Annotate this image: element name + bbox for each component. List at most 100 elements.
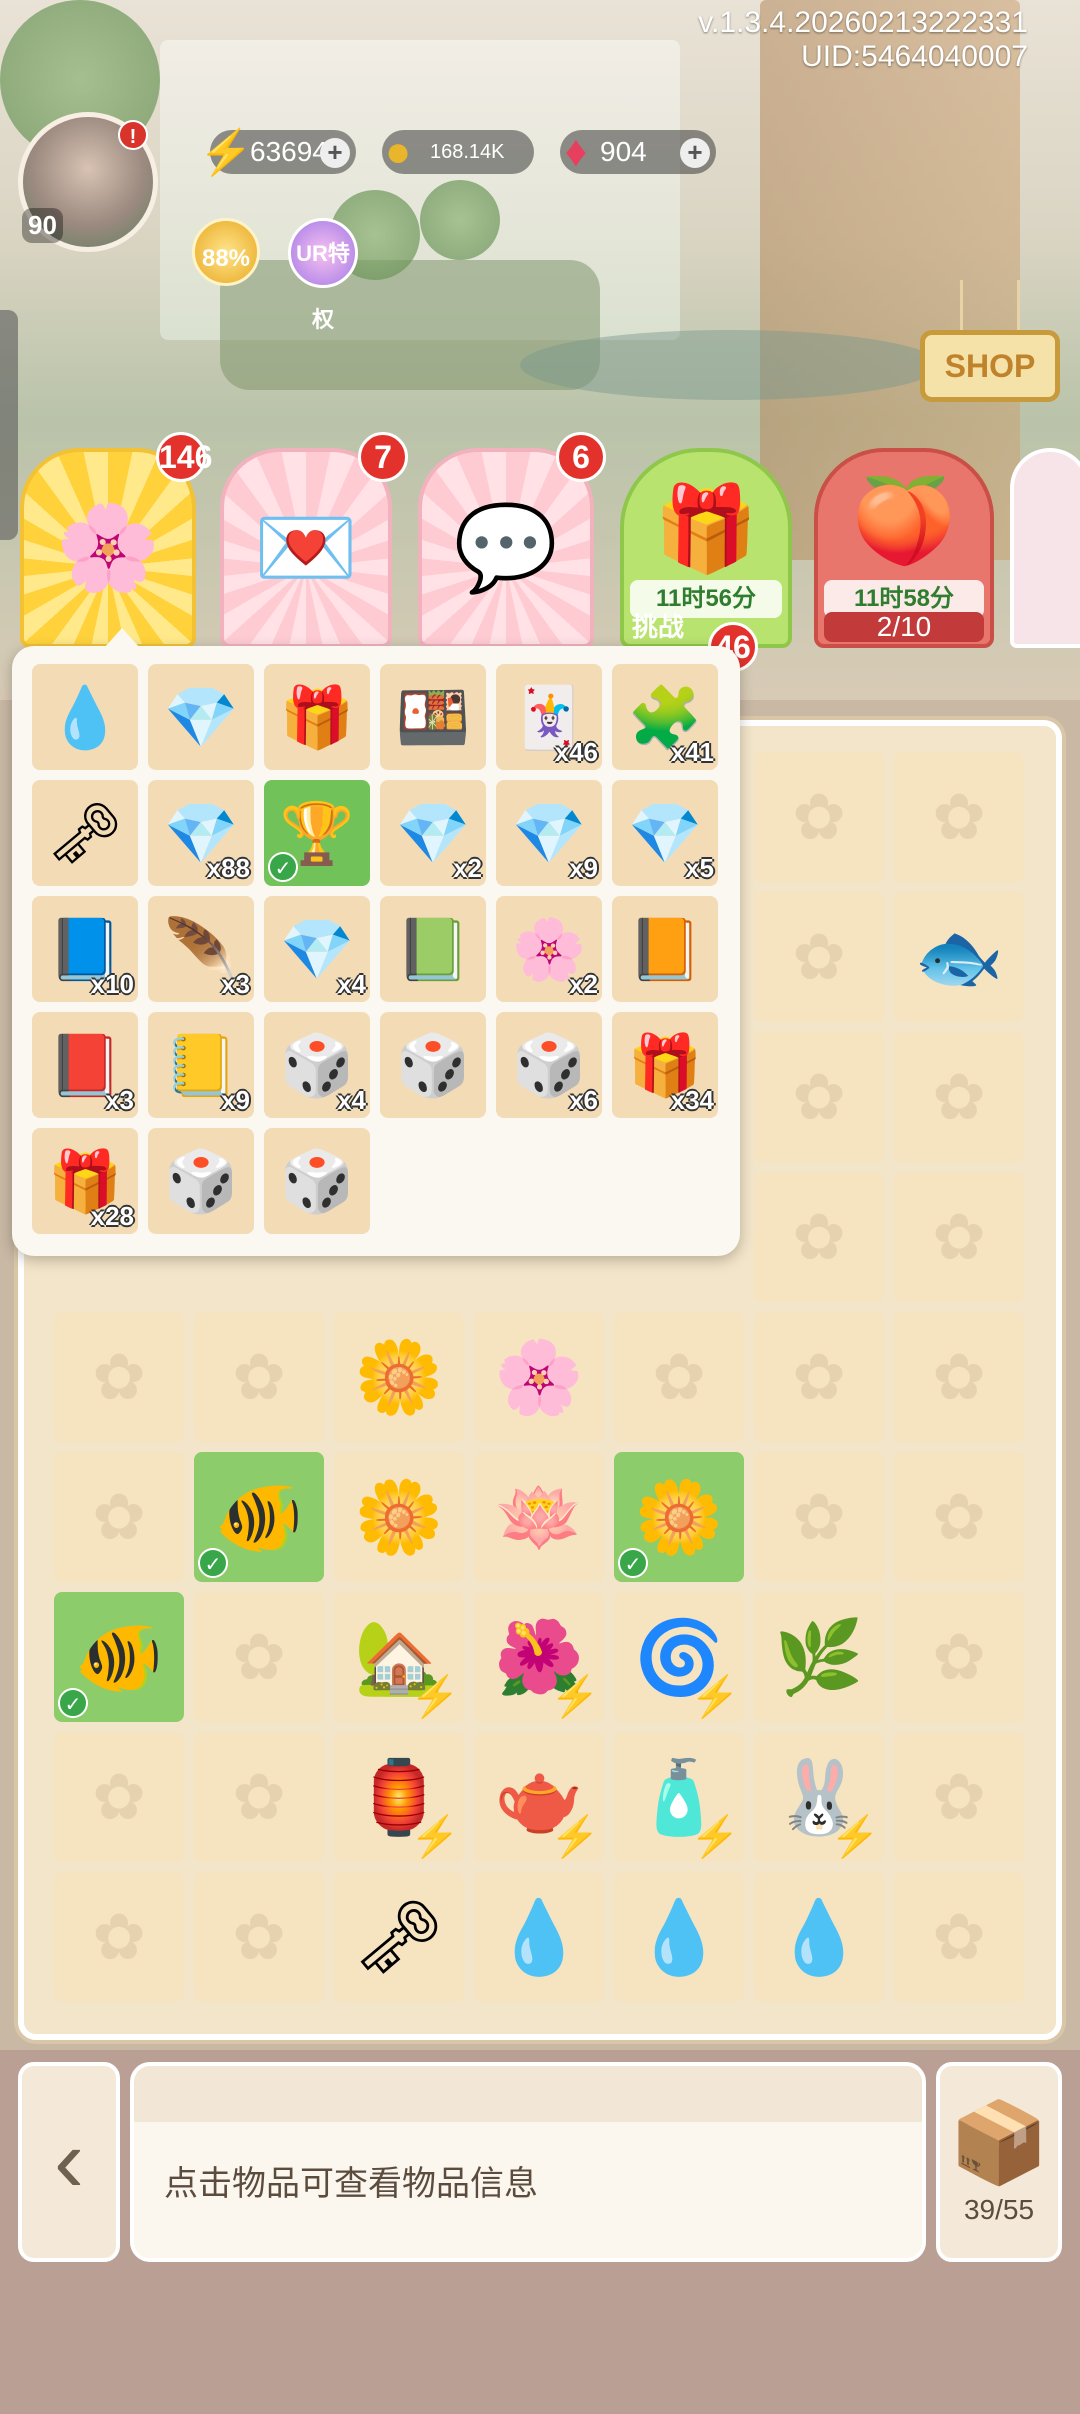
board-item[interactable]: 🗝 [334,1872,464,2002]
event-card-mail[interactable]: 💌 [220,448,392,648]
empty-board-cell[interactable]: ✿ [894,752,1024,882]
popup-item[interactable]: 🌸 x2 [496,896,602,1002]
side-drawer-tab[interactable] [0,310,18,540]
popup-item[interactable]: 🎁 [264,664,370,770]
popup-item[interactable]: 🧩 x41 [612,664,718,770]
event-card-partial[interactable] [1010,448,1080,648]
popup-item[interactable]: 🪶 x3 [148,896,254,1002]
board-item[interactable]: 🐟 [894,892,1024,1022]
check-icon: ✓ [618,1548,648,1578]
board-item[interactable]: 🌼 ✓ [614,1452,744,1582]
board-item[interactable]: 💧 [754,1872,884,2002]
popup-item[interactable]: 🏆 ✓ [264,780,370,886]
board-item[interactable]: 🪷 [474,1452,604,1582]
popup-item[interactable]: 🍱 [380,664,486,770]
popup-item[interactable]: 🎲 [264,1128,370,1234]
empty-board-cell[interactable]: ✿ [754,892,884,1022]
gift-challenge-label: 挑战 [632,612,685,642]
generator-bolt-icon: ⚡ [550,1815,600,1859]
add-energy-button[interactable]: + [320,138,350,168]
board-item[interactable]: 🐠 ✓ [54,1592,184,1722]
empty-board-cell[interactable]: ✿ [894,1872,1024,2002]
item-quantity: x9 [569,853,598,883]
empty-board-cell[interactable]: ✿ [754,752,884,882]
popup-item[interactable]: 💎 x88 [148,780,254,886]
board-item[interactable]: 🌼 [334,1452,464,1582]
board-item[interactable]: 🌸 [474,1312,604,1442]
coin-resource[interactable]: ● 168.14K [382,127,534,176]
board-item[interactable]: 🫖 ⚡ [474,1732,604,1862]
empty-board-cell[interactable]: ✿ [54,1872,184,2002]
popup-item[interactable]: 💎 [148,664,254,770]
add-gem-button[interactable]: + [680,138,710,168]
empty-board-cell[interactable]: ✿ [54,1452,184,1582]
board-item[interactable]: 🌼 [334,1312,464,1442]
empty-board-cell[interactable]: ✿ [894,1732,1024,1862]
popup-item[interactable]: 📘 x10 [32,896,138,1002]
back-button[interactable]: ‹ [18,2062,120,2262]
empty-board-cell[interactable]: ✿ [894,1592,1024,1722]
popup-item[interactable]: 🎲 x6 [496,1012,602,1118]
shop-sign-rope [960,280,1020,332]
event-card-gift[interactable]: 🎁 11时56分 挑战 [620,448,792,648]
empty-board-cell[interactable]: ✿ [194,1872,324,2002]
empty-board-cell[interactable]: ✿ [614,1312,744,1442]
popup-item[interactable]: 🗝 [32,780,138,886]
popup-item[interactable]: 🎁 x28 [32,1128,138,1234]
popup-item[interactable]: 📗 [380,896,486,1002]
generator-bolt-icon: ⚡ [690,1675,740,1719]
event-card-peach[interactable]: 🍑 11时58分 2/10 [814,448,994,648]
board-item[interactable]: 🧴 ⚡ [614,1732,744,1862]
event-badge-2: 7 [358,432,408,482]
popup-item[interactable]: 🎲 [148,1128,254,1234]
board-item[interactable]: 💧 [614,1872,744,2002]
up-rate-badge[interactable]: 88% [192,218,260,286]
empty-board-cell[interactable]: ✿ [54,1312,184,1442]
empty-board-cell[interactable]: ✿ [754,1032,884,1162]
energy-resource[interactable]: ⚡ 63694 + [199,128,356,177]
empty-board-cell[interactable]: ✿ [894,1312,1024,1442]
version-info: v.1.3.4.20260213222331 UID:5464040007 [698,6,1028,74]
popup-item[interactable]: 🎁 x34 [612,1012,718,1118]
popup-item[interactable]: 🎲 x4 [264,1012,370,1118]
popup-item[interactable]: 💎 x4 [264,896,370,1002]
generator-bolt-icon: ⚡ [410,1815,460,1859]
board-item[interactable]: 💧 [474,1872,604,2002]
board-item[interactable]: 🏮 ⚡ [334,1732,464,1862]
popup-item[interactable]: 📕 x3 [32,1012,138,1118]
empty-board-cell[interactable]: ✿ [754,1172,884,1302]
empty-board-cell[interactable]: ✿ [754,1452,884,1582]
empty-board-cell[interactable]: ✿ [894,1452,1024,1582]
item-info-panel: 点击物品可查看物品信息 [130,2062,926,2262]
board-item[interactable]: 🌿 [754,1592,884,1722]
empty-board-cell[interactable]: ✿ [894,1032,1024,1162]
ur-privilege-badge[interactable]: UR特权 [288,218,358,332]
board-item[interactable]: 🌀 ⚡ [614,1592,744,1722]
empty-board-cell[interactable]: ✿ [194,1592,324,1722]
popup-item[interactable]: 💎 x9 [496,780,602,886]
popup-item[interactable]: 📙 [612,896,718,1002]
board-item[interactable]: 🏡 ⚡ [334,1592,464,1722]
gem-resource[interactable]: ♦ 904 + [560,127,716,176]
event-badge-3: 6 [556,432,606,482]
empty-board-cell[interactable]: ✿ [54,1732,184,1862]
popup-item[interactable]: 🎲 [380,1012,486,1118]
board-item[interactable]: 🐠 ✓ [194,1452,324,1582]
popup-item[interactable]: 🃏 x46 [496,664,602,770]
empty-board-cell[interactable]: ✿ [194,1732,324,1862]
check-icon: ✓ [268,852,298,882]
popup-item[interactable]: 💎 x2 [380,780,486,886]
generator-bolt-icon: ⚡ [550,1675,600,1719]
shop-button[interactable]: SHOP [920,330,1060,402]
event-badge-1: 146 [156,432,212,482]
empty-board-cell[interactable]: ✿ [754,1312,884,1442]
board-item[interactable]: 🐰 ⚡ [754,1732,884,1862]
item-icon: 🎲 [163,1147,239,1215]
empty-board-cell[interactable]: ✿ [194,1312,324,1442]
empty-board-cell[interactable]: ✿ [894,1172,1024,1302]
popup-item[interactable]: 💧 [32,664,138,770]
popup-item[interactable]: 💎 x5 [612,780,718,886]
storage-box-button[interactable]: 📦 39/55 [936,2062,1062,2262]
board-item[interactable]: 🌺 ⚡ [474,1592,604,1722]
popup-item[interactable]: 📒 x9 [148,1012,254,1118]
